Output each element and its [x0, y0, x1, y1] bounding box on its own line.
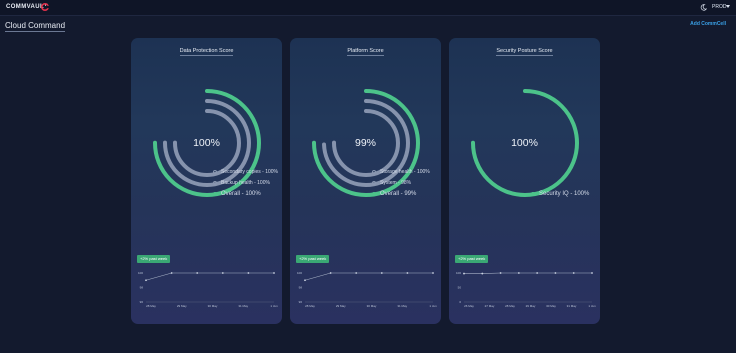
- legend-dot: [372, 180, 376, 185]
- y-tick-label: 98: [140, 286, 144, 290]
- trend-chart: 100 50 026 May 27 May 28 May 29 May 30 May 31 M…: [456, 271, 596, 308]
- trend-line: [304, 272, 433, 281]
- y-tick-label: 98: [299, 286, 303, 290]
- trend-point[interactable]: [481, 272, 484, 275]
- platform-score-card[interactable]: Platform Score 99% Storage health - 100%…: [290, 38, 441, 324]
- legend-item: Secondary copies - 100%: [213, 166, 278, 177]
- page-title: Cloud Command: [5, 21, 66, 32]
- trend-point[interactable]: [591, 272, 593, 274]
- top-bar: COMMVAULT PROD: [0, 0, 736, 16]
- trend-point[interactable]: [247, 272, 250, 274]
- legend-item: System - 98%: [372, 177, 430, 188]
- trend-point[interactable]: [196, 272, 199, 274]
- legend-dot: [213, 191, 217, 196]
- trend-point[interactable]: [170, 272, 173, 274]
- x-tick-label: 30 May: [367, 304, 377, 308]
- trend-point[interactable]: [432, 272, 434, 274]
- legend-dot: [372, 169, 376, 174]
- trend-point[interactable]: [329, 272, 332, 274]
- trend-point[interactable]: [406, 272, 409, 274]
- chevron-down-icon[interactable]: [726, 5, 730, 8]
- trend-line: [145, 272, 274, 281]
- legend-dot: [213, 180, 217, 185]
- trend-point[interactable]: [554, 272, 557, 274]
- trend-point[interactable]: [221, 272, 224, 274]
- legend-item: Security IQ - 100%: [531, 188, 589, 199]
- trend-point[interactable]: [145, 279, 147, 282]
- trend-point[interactable]: [463, 272, 465, 275]
- add-commcell-link[interactable]: Add CommCell: [690, 21, 726, 27]
- x-tick-label: 1 Jun: [588, 304, 596, 308]
- x-tick-label: 31 May: [238, 304, 248, 308]
- x-tick-label: 1 Jun: [270, 304, 278, 308]
- score-value: 100%: [511, 137, 538, 149]
- legend-item: Overall - 99%: [372, 188, 430, 199]
- score-value: 100%: [193, 137, 220, 149]
- legend-dot: [531, 191, 535, 196]
- y-tick-label: 100: [138, 271, 143, 275]
- gauge-legend: Security IQ - 100%: [531, 188, 589, 199]
- trend-chart: 100 98 9628 May 29 May 30 May 31 May 1 Jun: [138, 271, 278, 308]
- commvault-logo-icon: [41, 3, 49, 11]
- trend-badge: +2% past week: [137, 255, 171, 263]
- legend-item: Backup health - 100%: [213, 177, 278, 188]
- moon-icon[interactable]: [700, 4, 707, 11]
- legend-dot: [213, 169, 217, 174]
- y-tick-label: 100: [297, 271, 302, 275]
- x-tick-label: 26 May: [464, 304, 474, 308]
- security-posture-card[interactable]: Security Posture Score 100% Security IQ …: [449, 38, 600, 324]
- score-value: 99%: [354, 137, 376, 149]
- data-protection-card[interactable]: Data Protection Score 100% Secondary cop…: [131, 38, 282, 324]
- x-tick-label: 30 May: [208, 304, 218, 308]
- x-tick-label: 28 May: [305, 304, 315, 308]
- legend-dot: [372, 191, 376, 196]
- trend-chart: 100 98 9628 May 29 May 30 May 31 May 1 Jun: [297, 271, 437, 308]
- x-tick-label: 31 May: [397, 304, 407, 308]
- x-tick-label: 29 May: [526, 304, 536, 308]
- trend-point[interactable]: [517, 272, 520, 274]
- environment-selector[interactable]: PROD: [712, 4, 726, 10]
- x-tick-label: 31 May: [567, 304, 577, 308]
- trend-point[interactable]: [304, 279, 306, 282]
- y-tick-label: 100: [456, 271, 461, 275]
- trend-badge: +2% past week: [455, 255, 489, 263]
- x-tick-label: 30 May: [546, 304, 556, 308]
- trend-line: [464, 272, 592, 274]
- x-tick-label: 29 May: [177, 304, 187, 308]
- y-tick-label: 96: [299, 300, 303, 304]
- trend-point[interactable]: [355, 272, 358, 274]
- x-tick-label: 27 May: [485, 304, 495, 308]
- gauge-legend: Secondary copies - 100% Backup health - …: [213, 166, 278, 199]
- y-tick-label: 0: [459, 300, 461, 304]
- y-tick-label: 50: [458, 286, 462, 290]
- trend-point[interactable]: [572, 272, 575, 274]
- trend-point[interactable]: [499, 272, 502, 274]
- trend-badge: +2% past week: [296, 255, 330, 263]
- trend-point[interactable]: [380, 272, 383, 274]
- gauge-legend: Storage health - 100% System - 98% Overa…: [372, 166, 430, 199]
- x-tick-label: 29 May: [336, 304, 346, 308]
- trend-point[interactable]: [536, 272, 539, 274]
- legend-item: Storage health - 100%: [372, 166, 430, 177]
- x-tick-label: 1 Jun: [429, 304, 437, 308]
- y-tick-label: 96: [140, 300, 144, 304]
- x-tick-label: 28 May: [505, 304, 515, 308]
- legend-item: Overall - 100%: [213, 188, 278, 199]
- trend-point[interactable]: [273, 272, 275, 274]
- x-tick-label: 28 May: [146, 304, 156, 308]
